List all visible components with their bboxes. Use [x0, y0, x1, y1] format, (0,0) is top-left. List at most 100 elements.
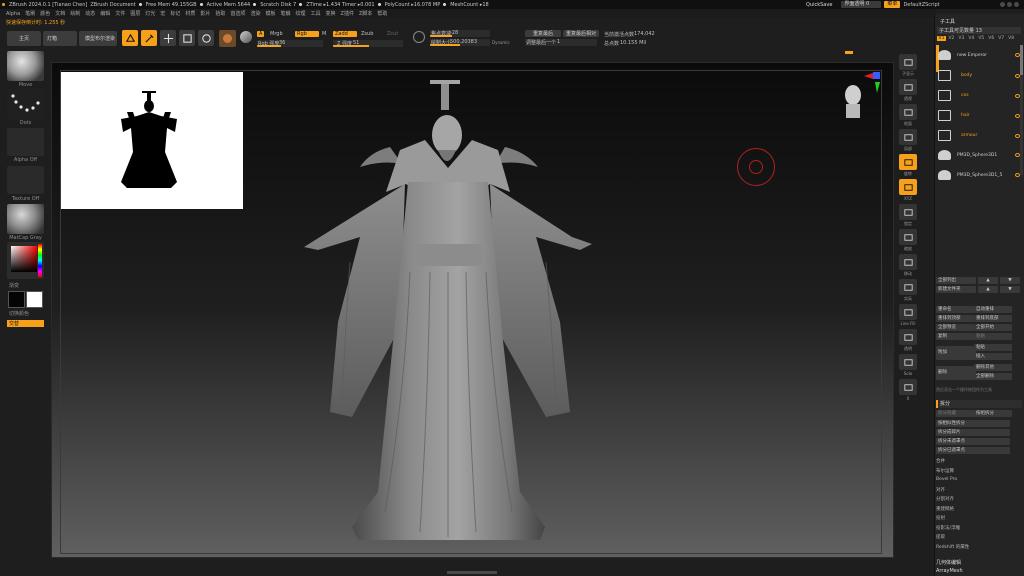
subtool-menu-item[interactable]: 投影法/浮雕: [936, 525, 960, 531]
menu-item[interactable]: 笔刷: [25, 10, 35, 17]
brush-settings-icon[interactable]: [413, 31, 425, 43]
color-swatch-sphere-icon[interactable]: [240, 31, 252, 43]
replay-last-relative-button[interactable]: 重复最后相对: [563, 30, 599, 37]
subtool-menu-item[interactable]: Redshift 的属性: [936, 544, 969, 550]
z-intensity-slider[interactable]: Z 强度 51: [333, 40, 403, 47]
focal-shift-slider[interactable]: 焦点衰减 -28: [430, 30, 490, 37]
linefill-button[interactable]: [899, 304, 917, 320]
split-hidden-button[interactable]: 拆分隐藏: [936, 410, 974, 417]
home-button[interactable]: 主页: [7, 31, 41, 46]
shelf-scroll-indicator[interactable]: [845, 51, 853, 54]
bottom-scroll-indicator[interactable]: [447, 571, 497, 574]
version-tab[interactable]: V2: [947, 36, 956, 41]
move-up-fast-button[interactable]: ▲: [978, 286, 998, 293]
delete-other-button[interactable]: 删除其他: [974, 364, 1012, 371]
delete-button[interactable]: 删除: [936, 366, 976, 380]
zsub-button[interactable]: Zsub: [361, 31, 373, 37]
rgb-button[interactable]: Rgb: [295, 31, 319, 37]
menu-item[interactable]: 工具: [311, 10, 321, 17]
quicksave-button[interactable]: QuickSave: [806, 2, 832, 8]
edit-tool-button[interactable]: [122, 30, 138, 46]
menu-item[interactable]: Z插件: [341, 10, 354, 17]
texture-thumbnail[interactable]: [7, 166, 44, 194]
subtool-menu-item[interactable]: 提取: [936, 534, 945, 540]
subtool-item[interactable]: body: [938, 70, 1020, 81]
replay-last-button[interactable]: 重复最后: [525, 30, 561, 37]
menu-item[interactable]: 标记: [170, 10, 180, 17]
menu-item[interactable]: 编辑: [100, 10, 110, 17]
split-action-button[interactable]: 按相似性拆分: [936, 420, 1010, 427]
axis-gizmo[interactable]: [864, 72, 880, 94]
subtool-menu-item[interactable]: 对齐: [936, 487, 945, 493]
scale-tool-button[interactable]: [179, 30, 195, 46]
split-section-header[interactable]: 拆分: [936, 400, 1022, 408]
menu-item[interactable]: 变换: [326, 10, 336, 17]
menu-item[interactable]: 动态: [85, 10, 95, 17]
adjust-last-slider[interactable]: 调整最后一个 1: [525, 39, 597, 46]
subtool-action-button[interactable]: 全部预览: [936, 324, 974, 331]
color-picker[interactable]: [7, 242, 44, 279]
stroke-thumbnail[interactable]: [7, 89, 44, 119]
subtool-menu-item[interactable]: 布尔运算: [936, 468, 954, 474]
sculpt-model[interactable]: [290, 72, 610, 552]
menu-item[interactable]: 拾取: [215, 10, 225, 17]
split-action-button[interactable]: 拆分成碎片: [936, 429, 1010, 436]
menus-button[interactable]: 菜单: [884, 1, 901, 8]
move-down-button[interactable]: ▼: [1000, 277, 1020, 284]
version-tab[interactable]: V1: [937, 36, 946, 41]
secondary-color-swatch[interactable]: [26, 291, 43, 308]
actual-button[interactable]: [899, 279, 917, 295]
subtool-item[interactable]: cos: [938, 90, 1020, 101]
dynamic-button[interactable]: Dynamic: [492, 40, 510, 45]
rotate-xyz-button[interactable]: [899, 154, 917, 170]
local-button[interactable]: [899, 129, 917, 145]
draw-size-slider[interactable]: 绘制大小 500.20383: [430, 39, 490, 46]
menu-item[interactable]: 笔触: [280, 10, 290, 17]
color-picker-square[interactable]: [11, 246, 37, 272]
subdisplay-button[interactable]: [899, 54, 917, 70]
transparency-slider[interactable]: 界面透明 0: [841, 1, 882, 8]
version-tab[interactable]: V6: [987, 36, 996, 41]
menu-item[interactable]: Z脚本: [359, 10, 372, 17]
paste-button[interactable]: 粘贴: [974, 333, 1012, 340]
menu-item[interactable]: 颜色: [40, 10, 50, 17]
split-action-button[interactable]: 拆分已遮罩点: [936, 447, 1010, 454]
version-tab[interactable]: V8: [1007, 36, 1016, 41]
subtool-action-button[interactable]: 重排到顶部: [936, 315, 974, 322]
menu-item[interactable]: 宏: [160, 10, 165, 17]
version-tab[interactable]: V7: [997, 36, 1006, 41]
subtool-menu-item[interactable]: 重建网格: [936, 506, 954, 512]
array-mesh-header[interactable]: ArrayMesh: [936, 568, 963, 574]
mrgb-button[interactable]: Mrgb: [270, 31, 283, 37]
zadd-button[interactable]: Zadd: [333, 31, 357, 37]
menu-item[interactable]: 模板: [265, 10, 275, 17]
menu-item[interactable]: 首选项: [230, 10, 245, 17]
minimize-icon[interactable]: [1000, 2, 1005, 7]
zoom-button[interactable]: [899, 229, 917, 245]
list-all-button[interactable]: 全部列出: [936, 277, 976, 284]
version-tab[interactable]: V5: [977, 36, 986, 41]
subtool-item[interactable]: hair: [938, 110, 1020, 121]
subtool-visible-count[interactable]: 子工具可见数量 13: [937, 27, 1021, 34]
menu-item[interactable]: 渲染: [250, 10, 260, 17]
material-sphere-icon[interactable]: [219, 30, 236, 47]
alpha-thumbnail[interactable]: [7, 128, 44, 156]
zcut-button[interactable]: Zcut: [387, 31, 398, 37]
solo-button[interactable]: [899, 354, 917, 370]
split-action-button[interactable]: 拆分未遮罩点: [936, 438, 1010, 445]
floor-button[interactable]: [899, 104, 917, 120]
delete-all-button[interactable]: 全部删除: [974, 373, 1012, 380]
subtool-action-button[interactable]: 重排到底部: [974, 315, 1012, 322]
rgb-intensity-slider[interactable]: Rgb 强度 36: [257, 40, 323, 47]
rotate-tool-button[interactable]: [198, 30, 214, 46]
geometry-edit-header[interactable]: 几何体编辑: [936, 559, 961, 566]
menu-item[interactable]: 图层: [130, 10, 140, 17]
menu-item[interactable]: 文件: [115, 10, 125, 17]
subtool-menu-item[interactable]: 投射: [936, 515, 945, 521]
menu-item[interactable]: Alpha: [6, 11, 20, 17]
hue-strip[interactable]: [38, 244, 42, 277]
brush-thumbnail[interactable]: [7, 51, 44, 81]
subtool-action-button[interactable]: 全部开始: [974, 324, 1012, 331]
move-up-button[interactable]: ▲: [978, 277, 998, 284]
subtool-action-button[interactable]: 自动重排: [974, 306, 1012, 313]
